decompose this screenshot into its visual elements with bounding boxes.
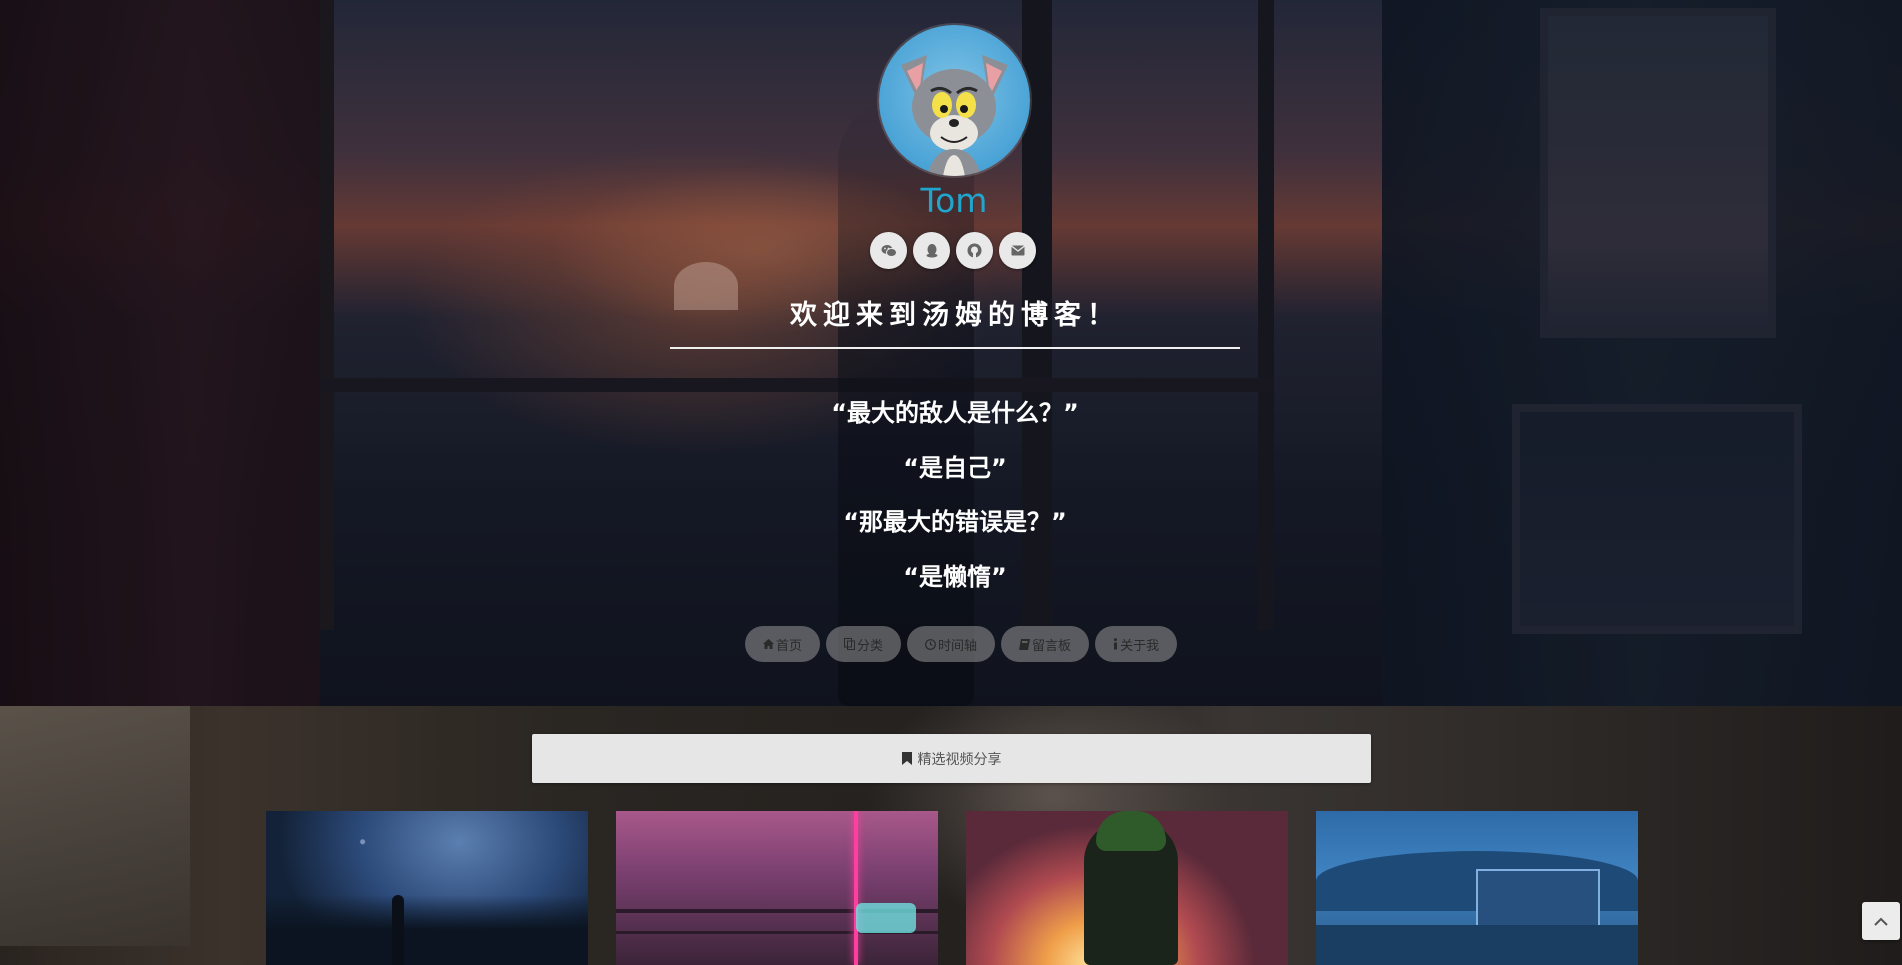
info-icon [1114, 638, 1118, 650]
video-thumbnail[interactable] [966, 811, 1288, 965]
nav-label: 留言板 [1032, 638, 1072, 654]
video-thumbnail[interactable] [616, 811, 938, 965]
profile-name: Tom [920, 181, 988, 220]
wechat-icon [881, 244, 897, 257]
nav-timeline[interactable]: 时间轴 [907, 626, 996, 662]
qq-icon [926, 244, 937, 258]
thumbnail-art [854, 811, 858, 965]
github-button[interactable] [956, 232, 993, 269]
avatar[interactable] [879, 25, 1030, 176]
cat-avatar-icon [901, 55, 1008, 176]
quote-line: “是自己” [903, 454, 1007, 482]
envelope-icon [1010, 245, 1025, 256]
bookmark-icon [901, 752, 912, 765]
back-to-top-button[interactable] [1862, 902, 1900, 940]
wechat-button[interactable] [870, 232, 907, 269]
video-thumbnail[interactable] [266, 811, 588, 965]
section-header: 精选视频分享 [532, 734, 1371, 783]
welcome-heading: 欢迎来到汤姆的博客！ [790, 300, 1120, 331]
nav-categories[interactable]: 分类 [826, 626, 902, 662]
nav-label: 时间轴 [938, 638, 978, 654]
nav-home[interactable]: 首页 [745, 626, 821, 662]
copy-icon [844, 638, 856, 650]
nav-about[interactable]: 关于我 [1095, 626, 1178, 662]
main-nav: 首页 分类 时间轴 留言板 关于我 [745, 626, 1178, 662]
quote-line: “最大的敌人是什么？” [831, 399, 1079, 427]
email-button[interactable] [999, 232, 1036, 269]
book-icon [1019, 638, 1031, 650]
thumbnail-art [392, 895, 404, 965]
home-icon [763, 639, 774, 649]
quote-line: “那最大的错误是？” [843, 508, 1067, 536]
qq-button[interactable] [913, 232, 950, 269]
thumbnail-art [1096, 811, 1166, 851]
github-icon [967, 243, 982, 258]
thumbnail-art [266, 895, 588, 965]
nav-label: 首页 [776, 638, 803, 654]
quote-line: “是懒惰” [903, 563, 1007, 591]
divider [670, 347, 1240, 349]
clock-icon [925, 638, 936, 650]
nav-label: 分类 [857, 638, 884, 654]
paper-decoration [0, 706, 190, 946]
nav-guestbook[interactable]: 留言板 [1001, 626, 1090, 662]
section-title: 精选视频分享 [917, 751, 1002, 768]
social-links [870, 232, 1036, 270]
video-thumbnail[interactable] [1316, 811, 1638, 965]
thumbnail-art [1316, 925, 1638, 965]
thumbnail-art [856, 903, 916, 933]
chevron-up-icon [1874, 917, 1888, 926]
nav-label: 关于我 [1120, 638, 1160, 654]
